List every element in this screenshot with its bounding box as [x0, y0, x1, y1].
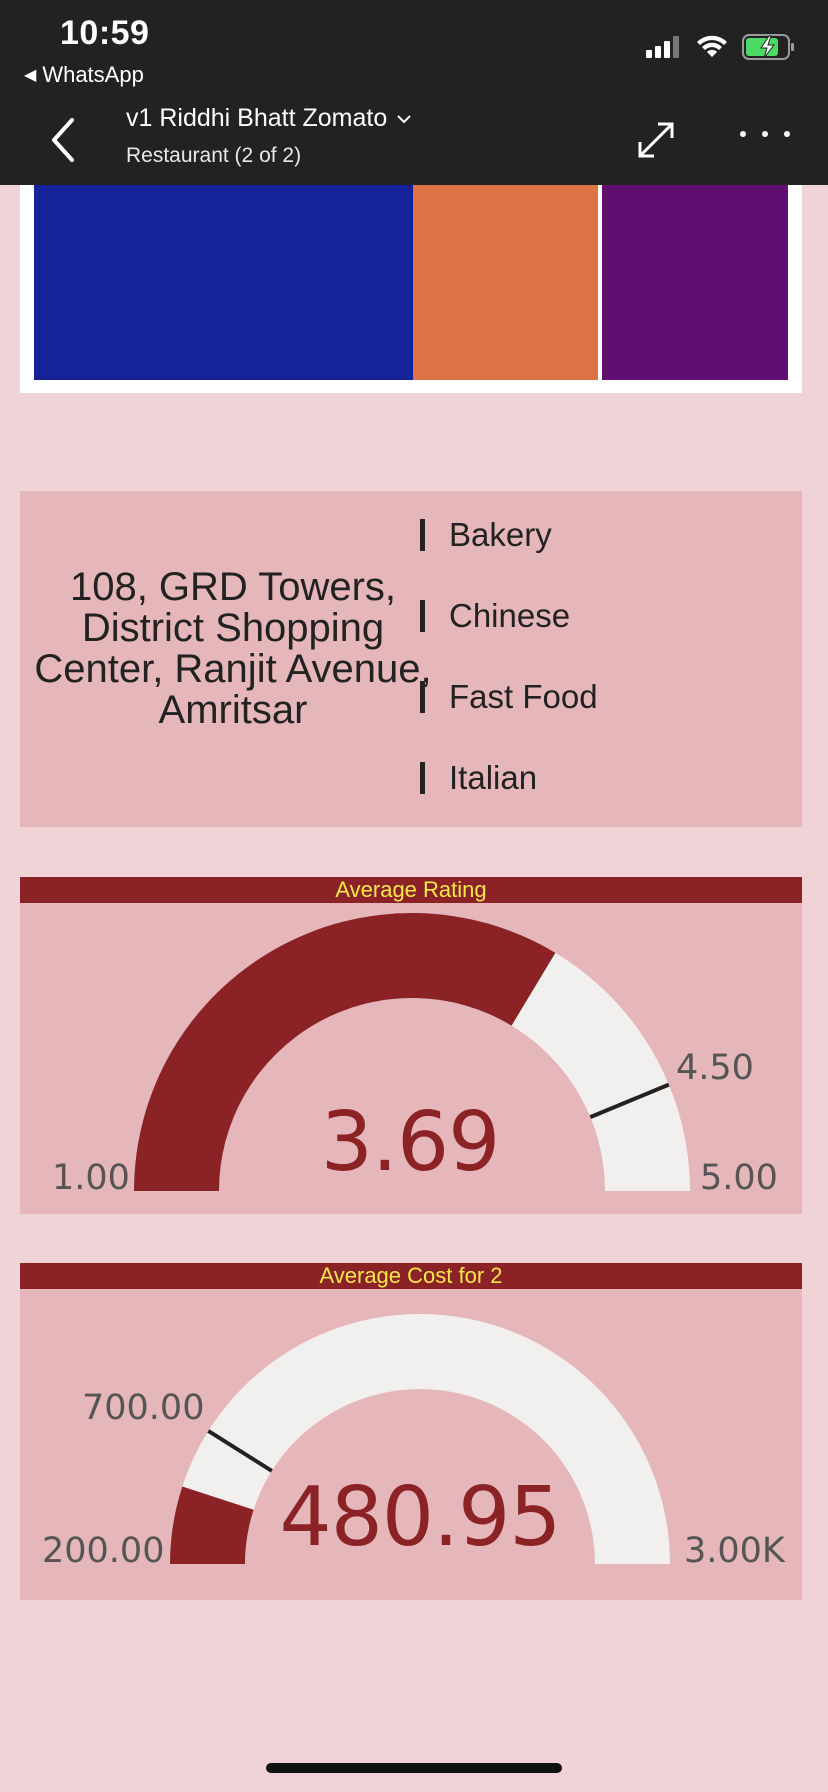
- treemap-tile[interactable]: [413, 185, 598, 380]
- gauge-value: 480.95: [279, 1470, 562, 1565]
- gauge-title: Average Rating: [20, 877, 802, 903]
- treemap-visual[interactable]: [20, 185, 802, 393]
- page-indicator: Restaurant (2 of 2): [126, 144, 302, 167]
- list-item[interactable]: Italian: [420, 758, 537, 798]
- gauge-target-label: 4.50: [676, 1048, 754, 1088]
- gauge-min-label: 1.00: [52, 1158, 130, 1198]
- more-dot-icon: [762, 131, 768, 137]
- gauge-min-label: 200.00: [42, 1531, 165, 1571]
- back-chevron-icon[interactable]: [44, 116, 84, 164]
- top-bar: 10:59 ◀ WhatsApp v1 Riddhi Bhatt Zomato: [0, 0, 828, 185]
- treemap-tile[interactable]: [602, 185, 788, 380]
- average-cost-gauge[interactable]: Average Cost for 2 480.95 200.00 3.00K 7…: [20, 1263, 802, 1600]
- home-indicator[interactable]: [266, 1763, 562, 1773]
- expand-icon[interactable]: [634, 118, 678, 162]
- cuisine-label: Chinese: [449, 597, 571, 634]
- cuisine-bar: [420, 762, 425, 794]
- cuisine-bar: [420, 519, 425, 551]
- cuisine-bar: [420, 600, 425, 632]
- list-item[interactable]: Fast Food: [420, 677, 598, 717]
- treemap-tile[interactable]: [34, 185, 428, 380]
- more-options-button[interactable]: [740, 112, 790, 156]
- gauge-title: Average Cost for 2: [20, 1263, 802, 1289]
- back-app-label: WhatsApp: [42, 62, 144, 87]
- status-time: 10:59: [60, 14, 150, 52]
- list-item[interactable]: Chinese: [420, 596, 570, 636]
- cellular-signal-icon: [646, 36, 679, 58]
- restaurant-info-card: 108, GRD Towers, District Shopping Cente…: [20, 491, 802, 827]
- report-title-dropdown[interactable]: v1 Riddhi Bhatt Zomato: [126, 104, 411, 133]
- gauge-max-label: 3.00K: [684, 1531, 785, 1571]
- more-dot-icon: [784, 131, 790, 137]
- gauge-target-label: 700.00: [82, 1388, 205, 1428]
- list-item[interactable]: Bakery: [420, 515, 552, 555]
- cuisine-label: Bakery: [449, 516, 552, 553]
- back-to-app-link[interactable]: ◀ WhatsApp: [24, 62, 144, 88]
- back-triangle-icon: ◀: [24, 67, 37, 84]
- status-icons: [646, 34, 796, 60]
- chevron-down-icon: [397, 114, 411, 123]
- gauge-max-label: 5.00: [700, 1158, 778, 1198]
- report-title: v1 Riddhi Bhatt Zomato: [126, 104, 388, 132]
- gauge-value: 3.69: [320, 1095, 501, 1190]
- cuisine-bar: [420, 681, 425, 713]
- wifi-icon: [697, 35, 727, 57]
- average-rating-gauge[interactable]: Average Rating 3.69 1.00 5.00 4.50: [20, 877, 802, 1214]
- restaurant-address: 108, GRD Towers, District Shopping Cente…: [34, 565, 432, 732]
- cuisine-label: Fast Food: [449, 678, 598, 715]
- more-dot-icon: [740, 131, 746, 137]
- cuisine-label: Italian: [449, 759, 538, 796]
- battery-charging-icon: [742, 34, 794, 60]
